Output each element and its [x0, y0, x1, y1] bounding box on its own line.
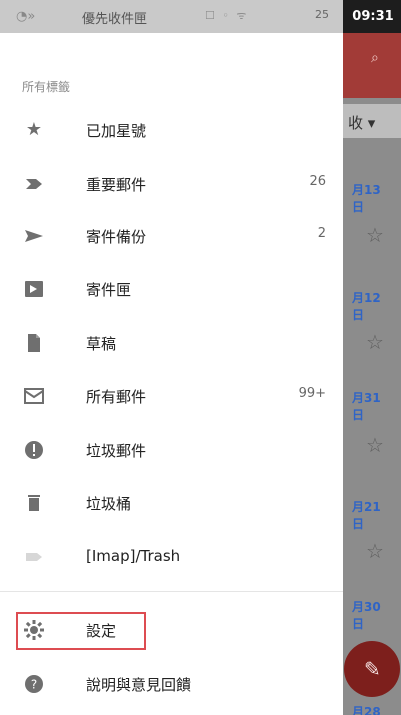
background-date-label: 月30日: [352, 600, 381, 631]
background-date-label: 月31日: [352, 391, 381, 422]
navigation-drawer: 所有標籤 ★ 已加星號 重要郵件 26 寄件備份 2 寄件匣 草稿 所有郵件 9…: [0, 33, 343, 715]
drawer-item-trash[interactable]: 垃圾桶: [0, 478, 343, 530]
drawer-item-label: 重要郵件: [86, 176, 147, 194]
star-icon[interactable]: ☆: [366, 330, 384, 354]
drawer-item-help-feedback[interactable]: ? 說明與意見回饋: [0, 659, 343, 711]
background-date-label: 月28日: [352, 705, 381, 715]
drawer-item-drafts[interactable]: 草稿: [0, 318, 343, 370]
drawer-item-label: [Imap]/Trash: [86, 547, 181, 565]
status-icons: ☐ ◦ ᯤ: [205, 9, 249, 22]
help-icon: ?: [22, 672, 46, 696]
status-bar-left: [0, 0, 343, 33]
drawer-item-all-mail[interactable]: 所有郵件 99+: [0, 371, 343, 423]
drawer-item-label: 說明與意見回饋: [86, 676, 192, 694]
star-icon: ★: [25, 119, 43, 140]
star-icon[interactable]: ☆: [366, 433, 384, 457]
settings-icon: [22, 618, 46, 642]
drawer-item-settings[interactable]: 設定: [0, 605, 343, 657]
status-time: 09:31: [352, 9, 394, 24]
battery-indicator: 25: [315, 8, 329, 21]
background-date-label: 月12日: [352, 291, 381, 322]
section-title: 所有標籤: [22, 80, 71, 94]
drawer-item-sent[interactable]: 寄件備份 2: [0, 211, 343, 263]
drawer-item-count: 2: [317, 226, 326, 241]
drawer-item-label: 所有郵件: [86, 388, 147, 406]
drawer-item-spam[interactable]: 垃圾郵件: [0, 425, 343, 477]
status-bar: ◔» 優先收件匣 ☐ ◦ ᯤ 25 09:31: [0, 0, 401, 33]
drawer-item-label: 已加星號: [86, 122, 147, 140]
star-icon[interactable]: ☆: [366, 223, 384, 247]
pencil-icon: ✎: [364, 657, 381, 681]
drawer-item-label: 寄件匣: [86, 281, 132, 299]
drawer-item-label: 草稿: [86, 335, 117, 353]
drawer-item-label: 垃圾桶: [86, 495, 132, 513]
search-icon[interactable]: ⌕: [371, 50, 387, 66]
drawer-item-label: 寄件備份: [86, 228, 147, 246]
drawer-item-starred[interactable]: ★ 已加星號: [0, 105, 343, 157]
background-filter-label: 收 ▾: [348, 114, 376, 132]
drawer-item-label: 設定: [86, 622, 117, 640]
drawer-item-label: 垃圾郵件: [86, 442, 147, 460]
outbox-icon: [22, 277, 46, 301]
drawer-item-important[interactable]: 重要郵件 26: [0, 159, 343, 211]
drawer-item-count: 99+: [298, 386, 326, 401]
draft-icon: [22, 331, 46, 355]
drawer-item-count: 26: [309, 174, 326, 189]
status-app-title: 優先收件匣: [82, 12, 148, 27]
trash-icon: [22, 491, 46, 515]
all-mail-icon: [22, 384, 46, 408]
spam-icon: [22, 438, 46, 462]
signal-icon: ◔»: [16, 9, 36, 24]
label-icon: [22, 545, 46, 569]
background-date-label: 月13日: [352, 183, 381, 214]
background-date-label: 月21日: [352, 500, 381, 531]
drawer-item-outbox[interactable]: 寄件匣: [0, 264, 343, 316]
drawer-item-imap-trash[interactable]: [Imap]/Trash: [0, 532, 343, 584]
send-icon: [22, 224, 46, 248]
important-icon: [22, 172, 46, 196]
drawer-divider: [0, 591, 343, 592]
star-icon[interactable]: ☆: [366, 539, 384, 563]
svg-text:?: ?: [31, 678, 37, 692]
